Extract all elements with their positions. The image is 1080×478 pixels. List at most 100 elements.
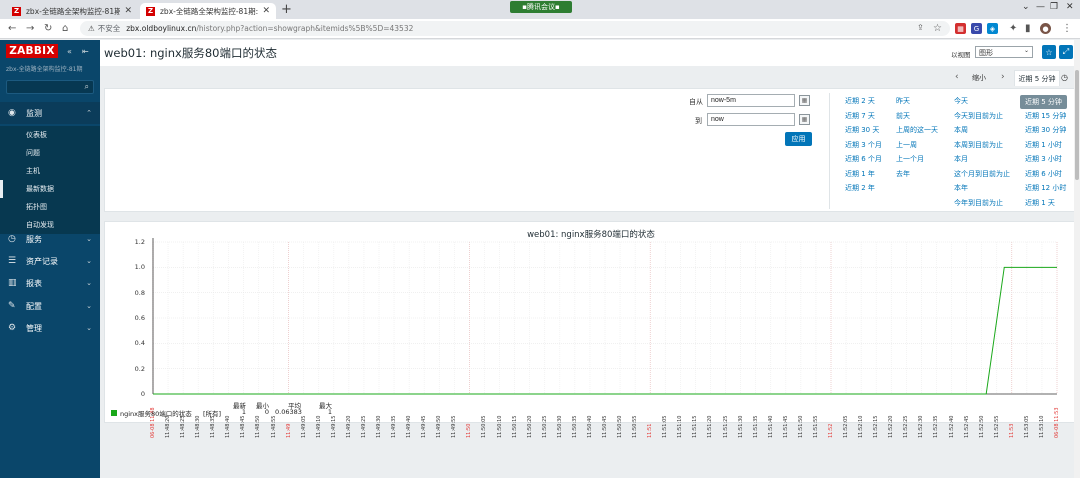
quick-range-link[interactable]: 本月 xyxy=(954,154,968,164)
apply-button[interactable]: 应用 xyxy=(785,132,812,146)
quick-range-link[interactable]: 近期 30 天 xyxy=(845,125,879,135)
calendar-icon[interactable]: ▦ xyxy=(799,95,810,106)
sidebar-toggle-icon[interactable]: ▮ xyxy=(1025,23,1031,34)
avatar[interactable]: ● xyxy=(1040,23,1051,34)
collapse-sidebar-icon[interactable]: « xyxy=(67,47,72,56)
reload-icon[interactable]: ↻ xyxy=(44,23,52,34)
star-icon[interactable]: ☆ xyxy=(933,23,942,34)
quick-range-link[interactable]: 近期 2 年 xyxy=(845,183,875,193)
sidebar-item-services[interactable]: ◷ 服务 ⌄ xyxy=(0,228,100,250)
search-input[interactable]: ⌕ xyxy=(6,80,94,94)
quick-range-link[interactable]: 去年 xyxy=(896,169,910,179)
extension-icon[interactable]: G xyxy=(971,23,982,34)
zabbix-logo[interactable]: ZABBIX xyxy=(6,44,58,58)
to-input[interactable] xyxy=(707,113,795,126)
sidebar-subitem-latest-data[interactable]: 最新数据 xyxy=(0,180,100,198)
sidebar-subitem-maps[interactable]: 拓扑图 xyxy=(0,198,100,216)
window-close-icon[interactable]: ✕ xyxy=(1066,2,1074,12)
meeting-badge[interactable]: ▪ 腾讯会议 ▪ xyxy=(510,1,572,13)
clock-icon[interactable]: ◷ xyxy=(1061,73,1068,82)
quick-range-link[interactable]: 近期 1 天 xyxy=(1025,198,1055,208)
view-as-select[interactable]: 图形 ⌄ xyxy=(975,46,1033,58)
forward-icon[interactable]: → xyxy=(26,23,34,34)
quick-range-link[interactable]: 近期 5 分钟 xyxy=(1020,95,1067,109)
x-tick-label: 11:49:30 xyxy=(376,415,382,438)
quick-range-link[interactable]: 今天 xyxy=(954,96,968,106)
y-tick-label: 0.2 xyxy=(134,364,145,373)
scrollbar-thumb[interactable] xyxy=(1075,70,1079,180)
sidebar-subitem-problems[interactable]: 问题 xyxy=(0,144,100,162)
quick-range-link[interactable]: 前天 xyxy=(896,111,910,121)
new-tab-icon[interactable]: + xyxy=(281,2,292,17)
quick-range-link[interactable]: 近期 1 小时 xyxy=(1025,140,1062,150)
quick-range-link[interactable]: 近期 15 分钟 xyxy=(1025,111,1066,121)
quick-range-link[interactable]: 近期 12 小时 xyxy=(1025,183,1066,193)
graph-panel: web01: nginx服务80端口的状态 1.2 1.0 0.8 0.6 0.4 0.2… xyxy=(104,221,1076,438)
sidebar-item-configuration[interactable]: ✎ 配置 ⌄ xyxy=(0,295,100,317)
quick-range-link[interactable]: 近期 7 天 xyxy=(845,111,875,121)
quick-range-link[interactable]: 近期 3 小时 xyxy=(1025,154,1062,164)
puzzle-icon[interactable]: ✦ xyxy=(1009,23,1017,34)
page-header: web01: nginx服务80端口的状态 以视图 图形 ⌄ ☆ ⤢ xyxy=(100,40,1080,66)
clock-icon: ◷ xyxy=(8,234,16,244)
x-tick-label: 11:51:55 xyxy=(812,415,819,438)
restore-icon[interactable]: ❐ xyxy=(1050,2,1058,12)
add-favorite-button[interactable]: ☆ xyxy=(1042,45,1056,59)
close-icon[interactable]: ✕ xyxy=(262,6,270,16)
url-input[interactable]: ⚠ 不安全 zbx.oldboylinux.cn/history.php?act… xyxy=(80,21,950,36)
chevron-left-icon[interactable]: ‹ xyxy=(955,72,959,82)
quick-range-link[interactable]: 今天到目前为止 xyxy=(954,111,1003,121)
sidebar-item-reports[interactable]: ▥ 报表 ⌄ xyxy=(0,272,100,294)
calendar-icon[interactable]: ▦ xyxy=(799,114,810,125)
search-icon[interactable]: ⌕ xyxy=(85,82,89,92)
quick-range-link[interactable]: 近期 6 小时 xyxy=(1025,169,1062,179)
sidebar-subitem-dashboard[interactable]: 仪表板 xyxy=(0,126,100,144)
sidebar-item-administration[interactable]: ⚙ 管理 ⌄ xyxy=(0,317,100,339)
fullscreen-button[interactable]: ⤢ xyxy=(1059,45,1073,59)
x-tick-label: 11:51:30 xyxy=(737,415,744,438)
y-tick-label: 0 xyxy=(140,390,145,398)
x-tick-label: 11:51:05 xyxy=(662,415,669,438)
quick-range-link[interactable]: 近期 2 天 xyxy=(845,96,875,106)
chevron-right-icon[interactable]: › xyxy=(1001,72,1005,82)
browser-tab-1[interactable]: Z zbx-全链路全架构监控-81期: 图... ✕ xyxy=(6,3,138,19)
x-tick-label: 11:49:35 xyxy=(391,415,398,438)
x-tick-label: 11:51:40 xyxy=(767,415,774,438)
quick-range-link[interactable]: 上一个月 xyxy=(896,154,924,164)
browser-tab-2[interactable]: Z zbx-全链路全架构监控-81期: 图... ✕ xyxy=(140,3,276,19)
quick-range-link[interactable]: 近期 3 个月 xyxy=(845,140,882,150)
quick-range-link[interactable]: 上一周 xyxy=(896,140,917,150)
quick-range-link[interactable]: 这个月到目前为止 xyxy=(954,169,1010,179)
quick-range-link[interactable]: 本年 xyxy=(954,183,968,193)
kiosk-mode-icon[interactable]: ⇤ xyxy=(82,47,89,56)
quick-range-link[interactable]: 本周到目前为止 xyxy=(954,140,1003,150)
more-icon[interactable]: ⋮ xyxy=(1062,23,1072,34)
extension-icon[interactable]: ◈ xyxy=(987,23,998,34)
sidebar-item-inventory[interactable]: ☰ 资产记录 ⌄ xyxy=(0,250,100,272)
minimize-icon[interactable]: — xyxy=(1036,2,1045,12)
zoom-out-button[interactable]: 缩小 xyxy=(972,73,986,83)
quick-range-link[interactable]: 本周 xyxy=(954,125,968,135)
back-icon[interactable]: ← xyxy=(8,23,16,34)
share-icon[interactable]: ⇪ xyxy=(917,23,924,32)
x-tick-label: 11:48:55 xyxy=(270,415,277,438)
quick-range-link[interactable]: 近期 6 个月 xyxy=(845,154,882,164)
menu-label: 报表 xyxy=(26,278,42,288)
quick-range-link[interactable]: 今年到目前为止 xyxy=(954,198,1003,208)
y-tick-label: 0.8 xyxy=(134,288,145,297)
from-input[interactable] xyxy=(707,94,795,107)
quick-range-link[interactable]: 上周的这一天 xyxy=(896,125,938,135)
sidebar-subitem-hosts[interactable]: 主机 xyxy=(0,162,100,180)
x-tick-label: 11:50:35 xyxy=(571,415,578,438)
sidebar-item-monitoring[interactable]: ◉ 监测 ⌃ xyxy=(0,102,100,124)
y-tick-label: 0.4 xyxy=(134,339,145,348)
extension-icon[interactable]: ▦ xyxy=(955,23,966,34)
quick-range-link[interactable]: 近期 1 年 xyxy=(845,169,875,179)
close-icon[interactable]: ✕ xyxy=(124,6,132,16)
tab-time-filter[interactable]: 近期 5 分钟 xyxy=(1014,70,1060,86)
chevron-down-icon[interactable]: ⌄ xyxy=(1022,2,1030,12)
home-icon[interactable]: ⌂ xyxy=(62,23,68,34)
quick-range-link[interactable]: 昨天 xyxy=(896,96,910,106)
quick-range-link[interactable]: 近期 30 分钟 xyxy=(1025,125,1066,135)
scrollbar[interactable] xyxy=(1074,40,1080,478)
